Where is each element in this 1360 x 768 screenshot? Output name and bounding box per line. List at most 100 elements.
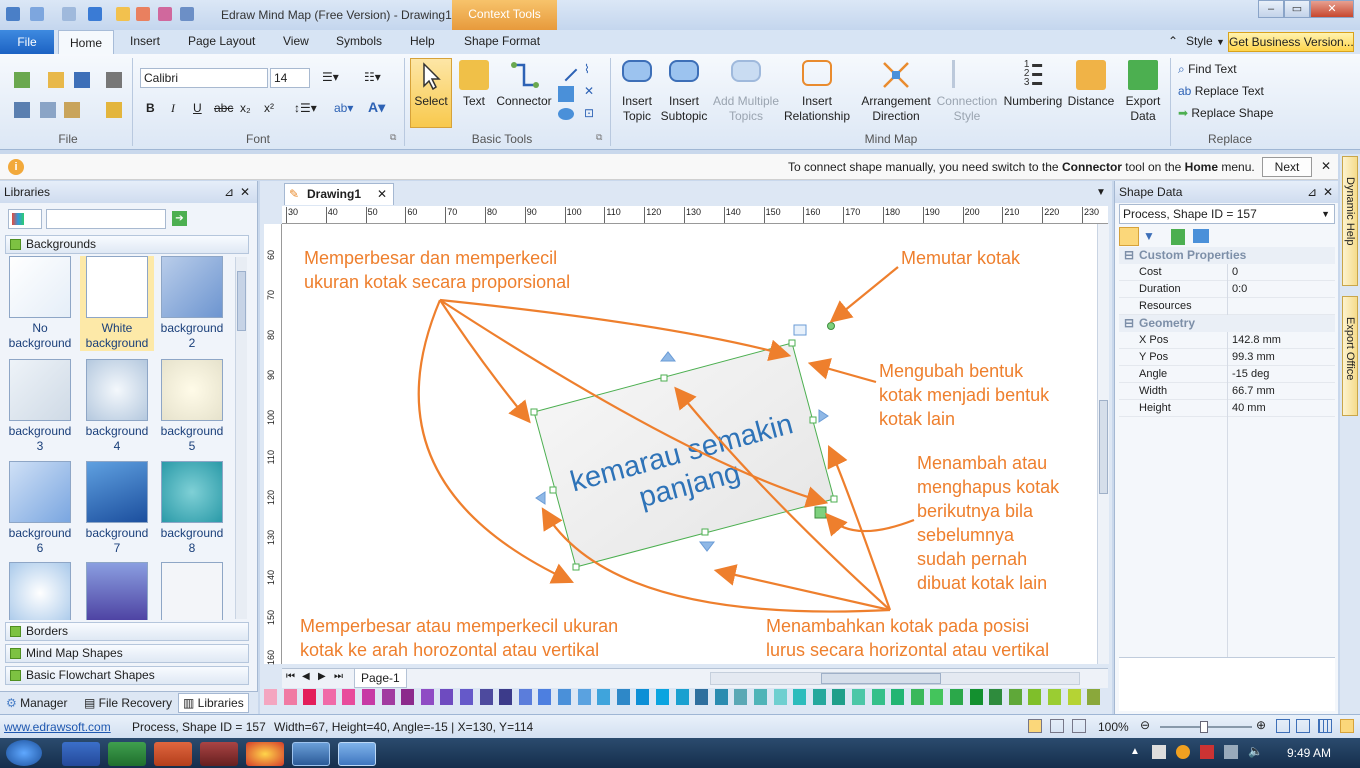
- add-topic-right-icon[interactable]: [818, 409, 829, 423]
- color-swatch[interactable]: [636, 689, 650, 705]
- section-mind-map-shapes[interactable]: Mind Map Shapes: [5, 644, 249, 663]
- color-swatch[interactable]: [930, 689, 944, 705]
- color-swatch[interactable]: [597, 689, 611, 705]
- font-dialog-launcher-icon[interactable]: ⧉: [390, 132, 396, 143]
- zoom-slider-thumb[interactable]: [1200, 721, 1208, 733]
- library-scroll-thumb[interactable]: [237, 271, 246, 331]
- library-search-input[interactable]: [46, 209, 166, 229]
- color-swatch[interactable]: [518, 689, 532, 705]
- curve-icon[interactable]: ⌇: [584, 62, 600, 78]
- print-file-icon[interactable]: [106, 72, 122, 88]
- color-swatch[interactable]: [558, 689, 571, 705]
- subscript-button[interactable]: x₂: [240, 101, 251, 115]
- tab-manager[interactable]: ⚙ Manager: [6, 696, 67, 710]
- library-menu-button[interactable]: [8, 209, 42, 229]
- color-swatch[interactable]: [479, 689, 493, 705]
- italic-button[interactable]: I: [171, 101, 175, 116]
- line-icon[interactable]: [554, 58, 578, 82]
- tab-drawing1[interactable]: ✎ Drawing1 ✕: [284, 183, 394, 205]
- new-icon[interactable]: [14, 72, 30, 88]
- insert-relationship-button[interactable]: Insert Relationship: [782, 60, 852, 124]
- resize-handle[interactable]: [572, 563, 580, 571]
- horizontal-scrollbar[interactable]: [710, 672, 1080, 685]
- libraries-close-icon[interactable]: ✕: [240, 181, 250, 203]
- thumb-background-8[interactable]: background 8: [155, 461, 229, 556]
- collapse-icon[interactable]: ⊟: [1124, 315, 1134, 332]
- collapse-ribbon-icon[interactable]: ⌃: [1168, 34, 1178, 48]
- thumb-no-background[interactable]: No background: [3, 256, 77, 351]
- color-swatch[interactable]: [616, 689, 630, 705]
- rotate-handle[interactable]: [827, 322, 835, 330]
- canvas-vertical-scrollbar[interactable]: [1097, 224, 1109, 664]
- ellipse-icon[interactable]: [558, 108, 574, 120]
- style-menu[interactable]: Style: [1186, 34, 1213, 48]
- resize-handle[interactable]: [701, 528, 709, 536]
- thumb-background-9[interactable]: [3, 562, 77, 620]
- crop-icon[interactable]: ⊡: [584, 106, 600, 122]
- page-view-icon[interactable]: [1028, 719, 1042, 733]
- prop-row-ypos[interactable]: Y Pos 99.3 mm: [1119, 349, 1335, 366]
- print-view-icon[interactable]: [1072, 719, 1086, 733]
- resize-handle[interactable]: [809, 416, 817, 424]
- filter-icon[interactable]: ▼: [1143, 229, 1159, 245]
- insert-subtopic-button[interactable]: Insert Subtopic: [658, 60, 710, 124]
- shape-data-pin-icon[interactable]: ⊿: [1307, 181, 1317, 203]
- thumb-background-5[interactable]: background 5: [155, 359, 229, 454]
- color-swatch[interactable]: [1008, 689, 1022, 705]
- highlight-icon[interactable]: ab▾: [334, 101, 353, 115]
- prev-page-icon[interactable]: ◀: [302, 671, 310, 682]
- tab-export-office[interactable]: Export Office: [1342, 296, 1358, 416]
- color-swatch[interactable]: [362, 689, 375, 705]
- thumb-background-11[interactable]: [155, 562, 229, 620]
- prop-row-width[interactable]: Width 66.7 mm: [1119, 383, 1335, 400]
- next-button[interactable]: Next: [1262, 157, 1312, 177]
- resize-handle[interactable]: [830, 495, 838, 503]
- add-multiple-topics-button[interactable]: Add Multiple Topics: [710, 60, 782, 124]
- rectangle-icon[interactable]: [558, 86, 574, 102]
- group-custom-properties[interactable]: ⊟ Custom Properties: [1119, 247, 1335, 264]
- tab-help[interactable]: Help: [410, 34, 435, 48]
- section-backgrounds[interactable]: Backgrounds: [5, 235, 249, 254]
- export-data-button[interactable]: Export Data: [1120, 60, 1166, 124]
- vertical-scroll-thumb[interactable]: [1099, 400, 1108, 494]
- flag-tray-icon[interactable]: [1152, 745, 1166, 759]
- fullscreen-icon[interactable]: [1340, 719, 1354, 733]
- cut-icon[interactable]: [14, 102, 30, 118]
- bold-button[interactable]: B: [146, 101, 155, 115]
- basic-tools-dialog-launcher-icon[interactable]: ⧉: [596, 132, 602, 143]
- thumb-background-2[interactable]: background 2: [155, 256, 229, 351]
- prop-row-angle[interactable]: Angle -15 deg: [1119, 366, 1335, 383]
- color-swatch[interactable]: [714, 689, 728, 705]
- color-swatch[interactable]: [734, 689, 748, 705]
- color-swatch[interactable]: [910, 689, 924, 705]
- get-business-button[interactable]: Get Business Version...: [1228, 32, 1354, 52]
- quick-access-icon[interactable]: [88, 7, 102, 21]
- color-swatch[interactable]: [675, 689, 689, 705]
- color-swatch[interactable]: [950, 689, 963, 705]
- prop-row-cost[interactable]: Cost 0: [1119, 264, 1335, 281]
- minimize-button[interactable]: ‒: [1258, 0, 1284, 18]
- preview-icon[interactable]: [180, 7, 194, 21]
- thumb-background-6[interactable]: background 6: [3, 461, 77, 556]
- text-button[interactable]: Text: [456, 60, 492, 109]
- prop-row-height[interactable]: Height 40 mm: [1119, 400, 1335, 417]
- color-swatch[interactable]: [460, 689, 473, 705]
- page-tab[interactable]: Page-1: [354, 669, 407, 688]
- save-icon[interactable]: [74, 72, 90, 88]
- add-topic-up-icon[interactable]: [659, 351, 677, 362]
- tab-insert[interactable]: Insert: [130, 34, 160, 48]
- network-tray-icon[interactable]: [1224, 745, 1238, 759]
- thumb-background-3[interactable]: background 3: [3, 359, 77, 454]
- web-view-icon[interactable]: [1050, 719, 1064, 733]
- color-swatch[interactable]: [499, 689, 513, 705]
- color-swatch[interactable]: [322, 689, 336, 705]
- color-swatch[interactable]: [420, 689, 434, 705]
- add-topic-down-icon[interactable]: [698, 541, 716, 552]
- color-swatch[interactable]: [577, 689, 591, 705]
- chrome-taskbar-icon[interactable]: [246, 742, 284, 766]
- prop-row-duration[interactable]: Duration 0:0: [1119, 281, 1335, 298]
- color-swatch[interactable]: [832, 689, 846, 705]
- app-menu-icon[interactable]: [6, 7, 20, 21]
- color-swatch[interactable]: [989, 689, 1003, 705]
- find-text-button[interactable]: ⌕ Find Text: [1178, 62, 1237, 77]
